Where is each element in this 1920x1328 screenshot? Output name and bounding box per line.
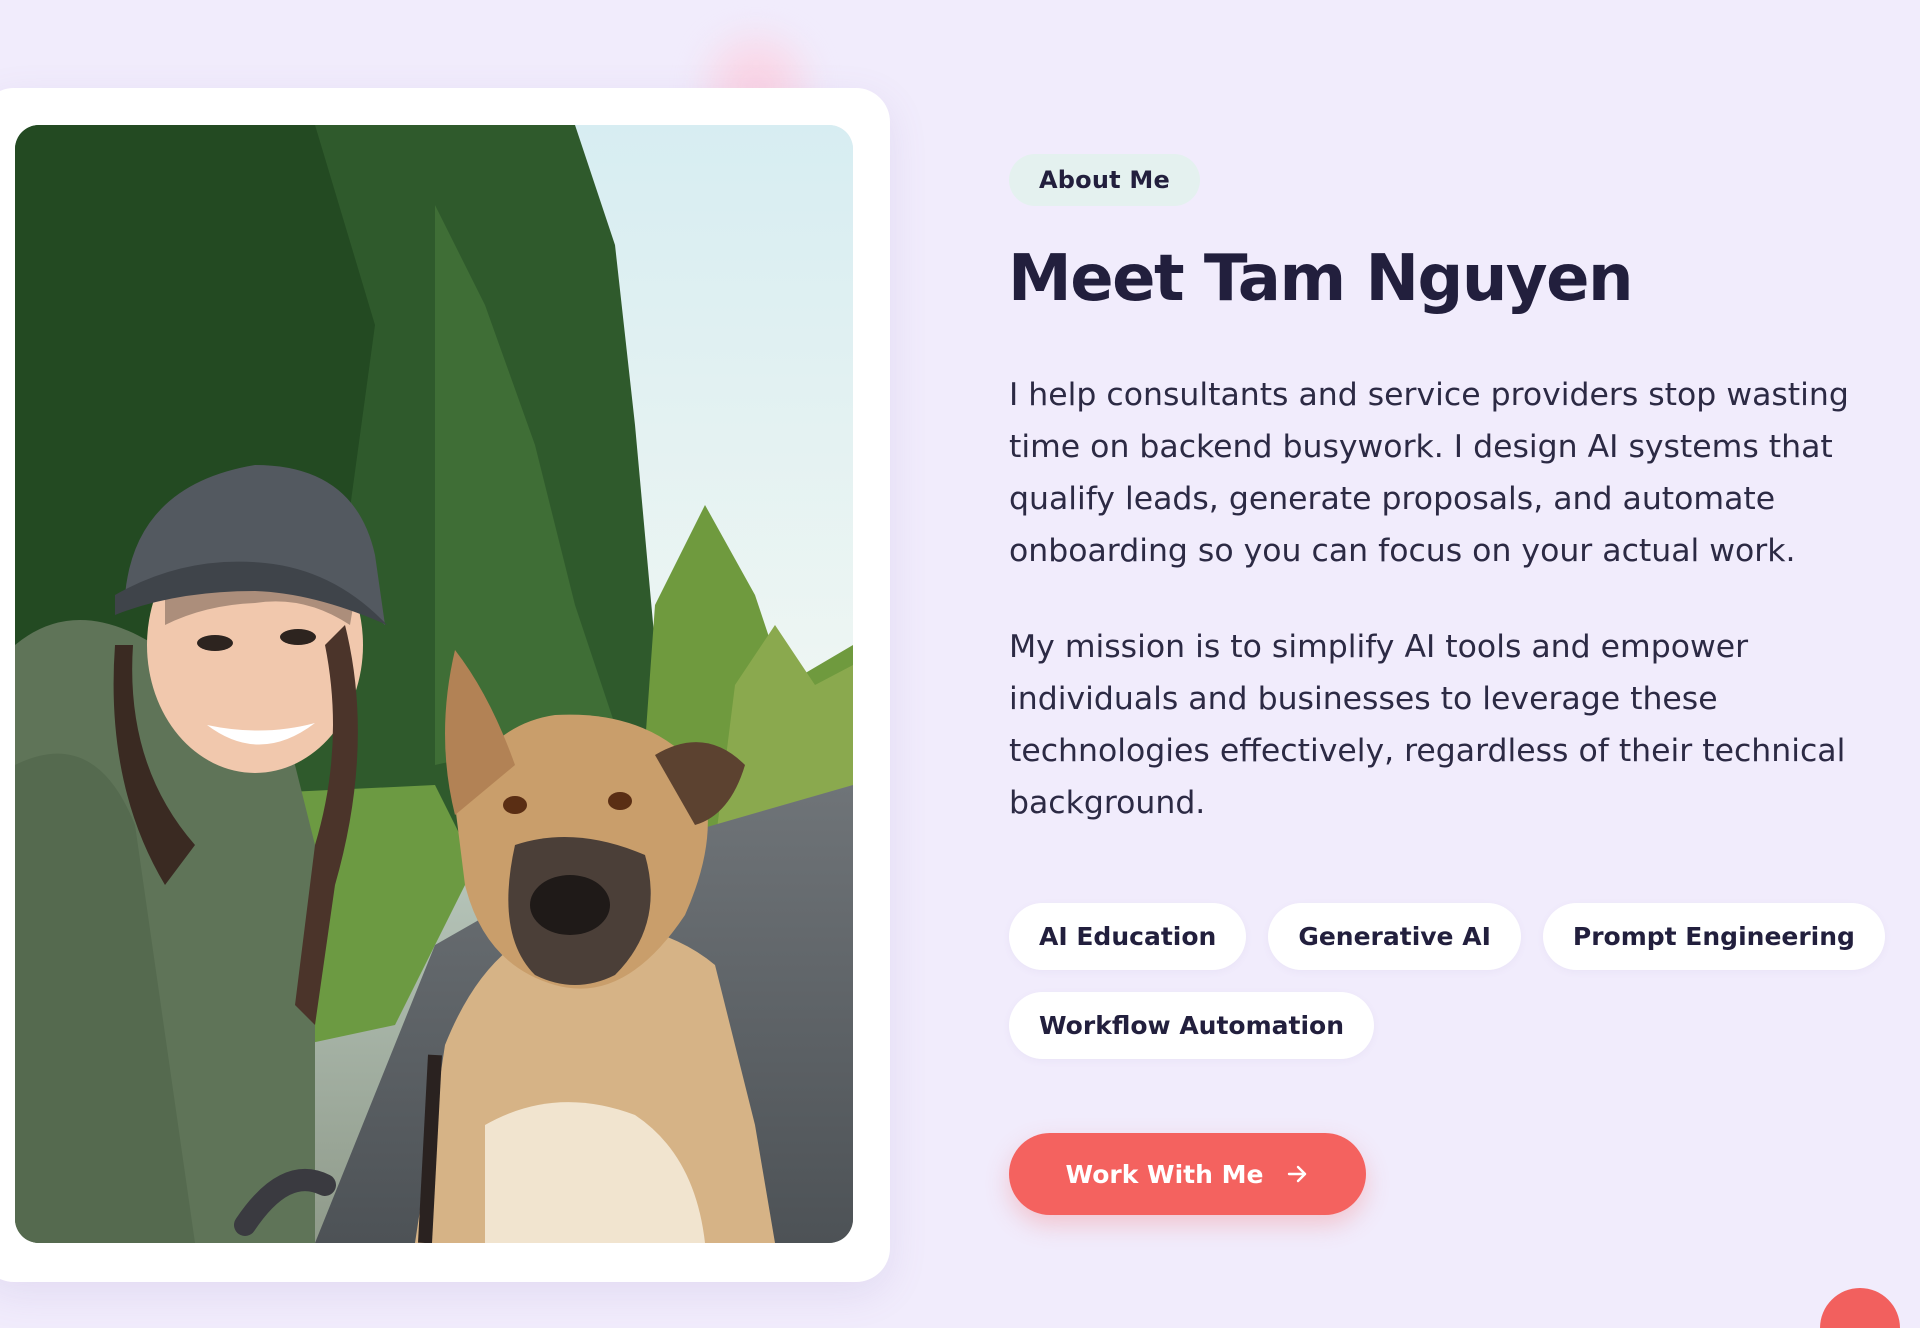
tag-ai-education: AI Education bbox=[1009, 903, 1247, 970]
about-me-badge: About Me bbox=[1009, 154, 1200, 206]
skill-tags: AI Education Generative AI Prompt Engine… bbox=[1009, 903, 1889, 1059]
mission-paragraph: My mission is to simplify AI tools and e… bbox=[1009, 629, 1846, 821]
work-with-me-label: Work With Me bbox=[1065, 1159, 1264, 1189]
tag-workflow-automation: Workflow Automation bbox=[1009, 992, 1375, 1059]
profile-photo bbox=[15, 125, 853, 1243]
intro-paragraph: I help consultants and service providers… bbox=[1009, 377, 1849, 569]
tag-generative-ai: Generative AI bbox=[1268, 903, 1521, 970]
page-title: Meet Tam Nguyen bbox=[1008, 242, 1634, 316]
tag-prompt-engineering: Prompt Engineering bbox=[1542, 903, 1885, 970]
decorative-blob-red bbox=[1820, 1288, 1900, 1328]
work-with-me-button[interactable]: Work With Me bbox=[1009, 1133, 1366, 1215]
arrow-right-icon bbox=[1285, 1162, 1309, 1186]
photo-card bbox=[0, 88, 890, 1282]
